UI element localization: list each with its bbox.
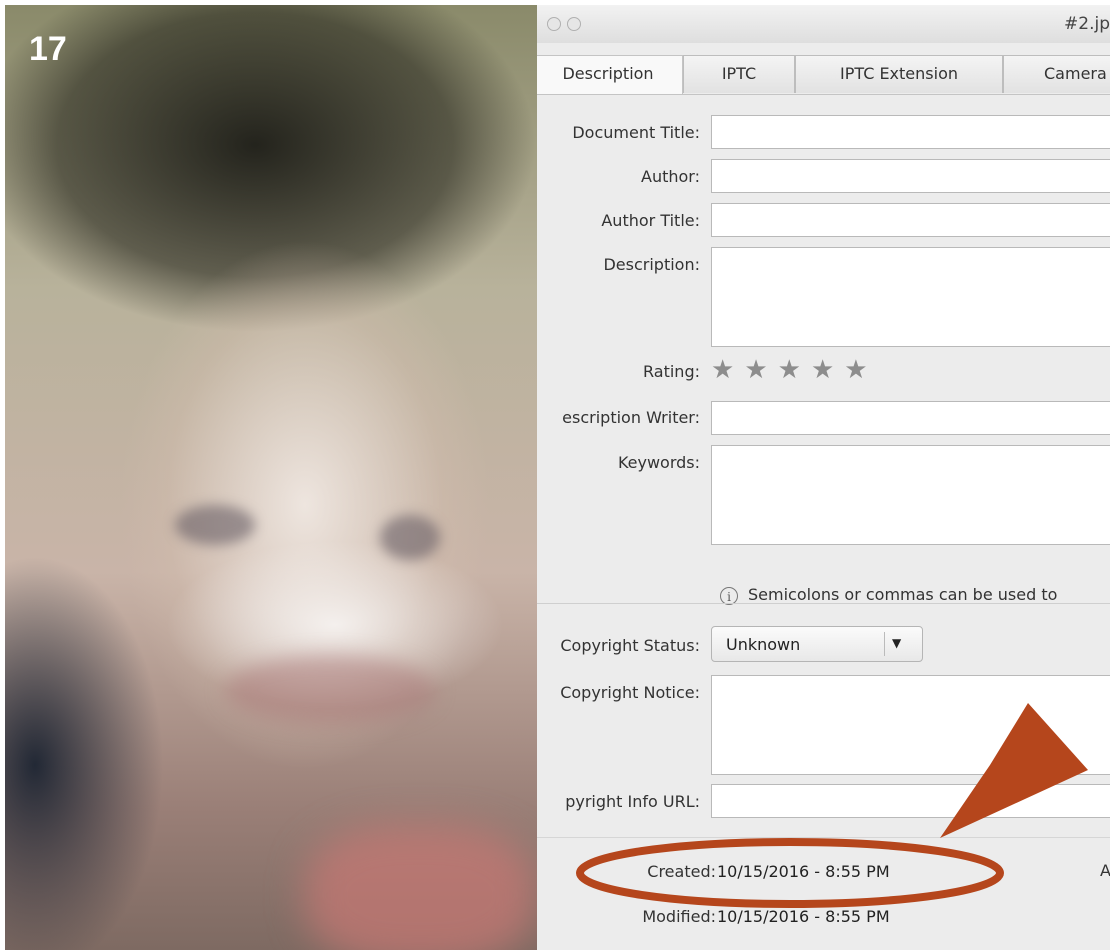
tab-label: Description <box>562 64 654 83</box>
tab-label: Camera <box>1044 64 1107 83</box>
tab-bar: Description IPTC IPTC Extension Camera <box>537 55 1110 95</box>
tab-camera[interactable]: Camera <box>1003 55 1110 93</box>
minimize-window-button[interactable] <box>567 17 581 31</box>
description-writer-field[interactable] <box>711 401 1110 435</box>
keywords-field[interactable] <box>711 445 1110 545</box>
tab-description[interactable]: Description <box>537 55 683 95</box>
close-window-button[interactable] <box>547 17 561 31</box>
star-icon[interactable]: ★ <box>711 357 734 383</box>
keywords-label: Keywords: <box>617 453 700 472</box>
rating-stars[interactable]: ★ ★ ★ ★ ★ <box>711 357 868 383</box>
copyright-info-url-label: pyright Info URL: <box>565 792 700 811</box>
tab-label: IPTC <box>721 64 757 83</box>
author-title-label: Author Title: <box>601 211 700 230</box>
description-field[interactable] <box>711 247 1110 347</box>
photo-mouth <box>225 655 435 725</box>
tab-label: IPTC Extension <box>839 64 958 83</box>
select-separator <box>884 632 885 656</box>
copyright-notice-field[interactable] <box>711 675 1110 775</box>
document-title-field[interactable] <box>711 115 1110 149</box>
rating-label: Rating: <box>643 362 700 381</box>
copyright-notice-label: Copyright Notice: <box>560 683 700 702</box>
keywords-hint: i Semicolons or commas can be used to <box>720 585 1057 605</box>
modified-label: Modified: <box>642 907 716 926</box>
copyright-status-label: Copyright Status: <box>560 636 700 655</box>
photo-eye-left <box>175 505 255 545</box>
portrait-photo <box>5 5 537 950</box>
tab-iptc[interactable]: IPTC <box>683 55 795 93</box>
author-label: Author: <box>641 167 700 186</box>
tab-iptc-extension[interactable]: IPTC Extension <box>795 55 1003 93</box>
section-divider <box>537 603 1110 604</box>
truncated-label: A <box>1100 861 1110 880</box>
slide-number: 17 <box>29 30 67 68</box>
star-icon[interactable]: ★ <box>778 357 801 383</box>
file-info-panel: #2.jp Description IPTC IPTC Extension Ca… <box>537 5 1110 950</box>
description-writer-label: escription Writer: <box>562 408 700 427</box>
author-title-field[interactable] <box>711 203 1110 237</box>
author-field[interactable] <box>711 159 1110 193</box>
dropdown-arrow-icon[interactable]: ▼ <box>892 636 901 650</box>
star-icon[interactable]: ★ <box>811 357 834 383</box>
star-icon[interactable]: ★ <box>844 357 867 383</box>
photo-shirt <box>305 825 535 950</box>
keywords-hint-text: Semicolons or commas can be used to <box>748 585 1058 604</box>
copyright-status-value: Unknown <box>726 635 801 654</box>
star-icon[interactable]: ★ <box>744 357 767 383</box>
metadata-divider <box>537 837 1110 838</box>
document-title-label: Document Title: <box>572 123 700 142</box>
window-titlebar: #2.jp <box>537 5 1110 43</box>
window-title: #2.jp <box>1064 14 1110 34</box>
tab-divider <box>537 94 1110 95</box>
modified-date: 10/15/2016 - 8:55 PM <box>717 907 890 926</box>
copyright-status-select[interactable]: Unknown ▼ <box>711 626 923 662</box>
created-date: 10/15/2016 - 8:55 PM <box>717 862 890 881</box>
description-label: Description: <box>603 255 700 274</box>
info-icon: i <box>720 586 738 605</box>
photo-eye-right <box>380 515 440 560</box>
copyright-info-url-field[interactable] <box>711 784 1110 818</box>
created-label: Created: <box>647 862 716 881</box>
